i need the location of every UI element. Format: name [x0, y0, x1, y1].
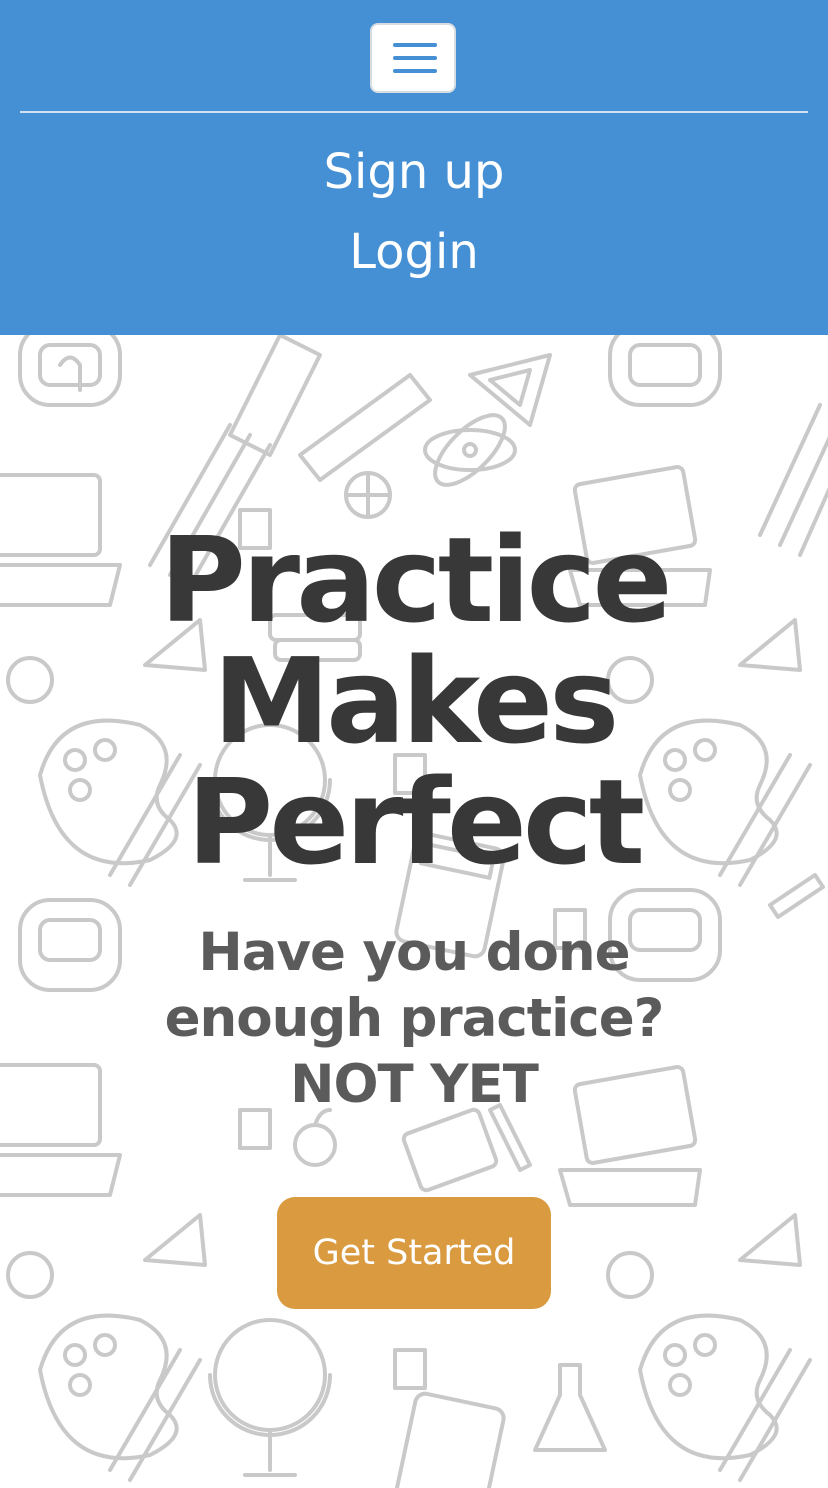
menu-toggle-button[interactable]	[370, 23, 456, 93]
hero-title-line: Perfect	[186, 753, 645, 891]
hero-subtitle-line: enough practice?	[164, 988, 665, 1049]
school-doodle-pattern	[0, 335, 828, 1488]
hero-subtitle-line: NOT YET	[290, 1054, 539, 1115]
hero-title: Practice Makes Perfect	[0, 520, 828, 883]
hero-title-line: Practice	[159, 511, 672, 649]
signup-link[interactable]: Sign up	[0, 142, 828, 202]
hero-subtitle-line: Have you done	[198, 922, 630, 983]
get-started-button[interactable]: Get Started	[277, 1197, 551, 1309]
top-navbar: Sign up Login	[0, 0, 828, 335]
nav-divider	[20, 111, 808, 113]
hero-subtitle: Have you done enough practice? NOT YET	[60, 920, 768, 1118]
hero-section: Practice Makes Perfect Have you done eno…	[0, 335, 828, 1488]
login-link[interactable]: Login	[0, 222, 828, 282]
hero-title-line: Makes	[212, 632, 620, 770]
